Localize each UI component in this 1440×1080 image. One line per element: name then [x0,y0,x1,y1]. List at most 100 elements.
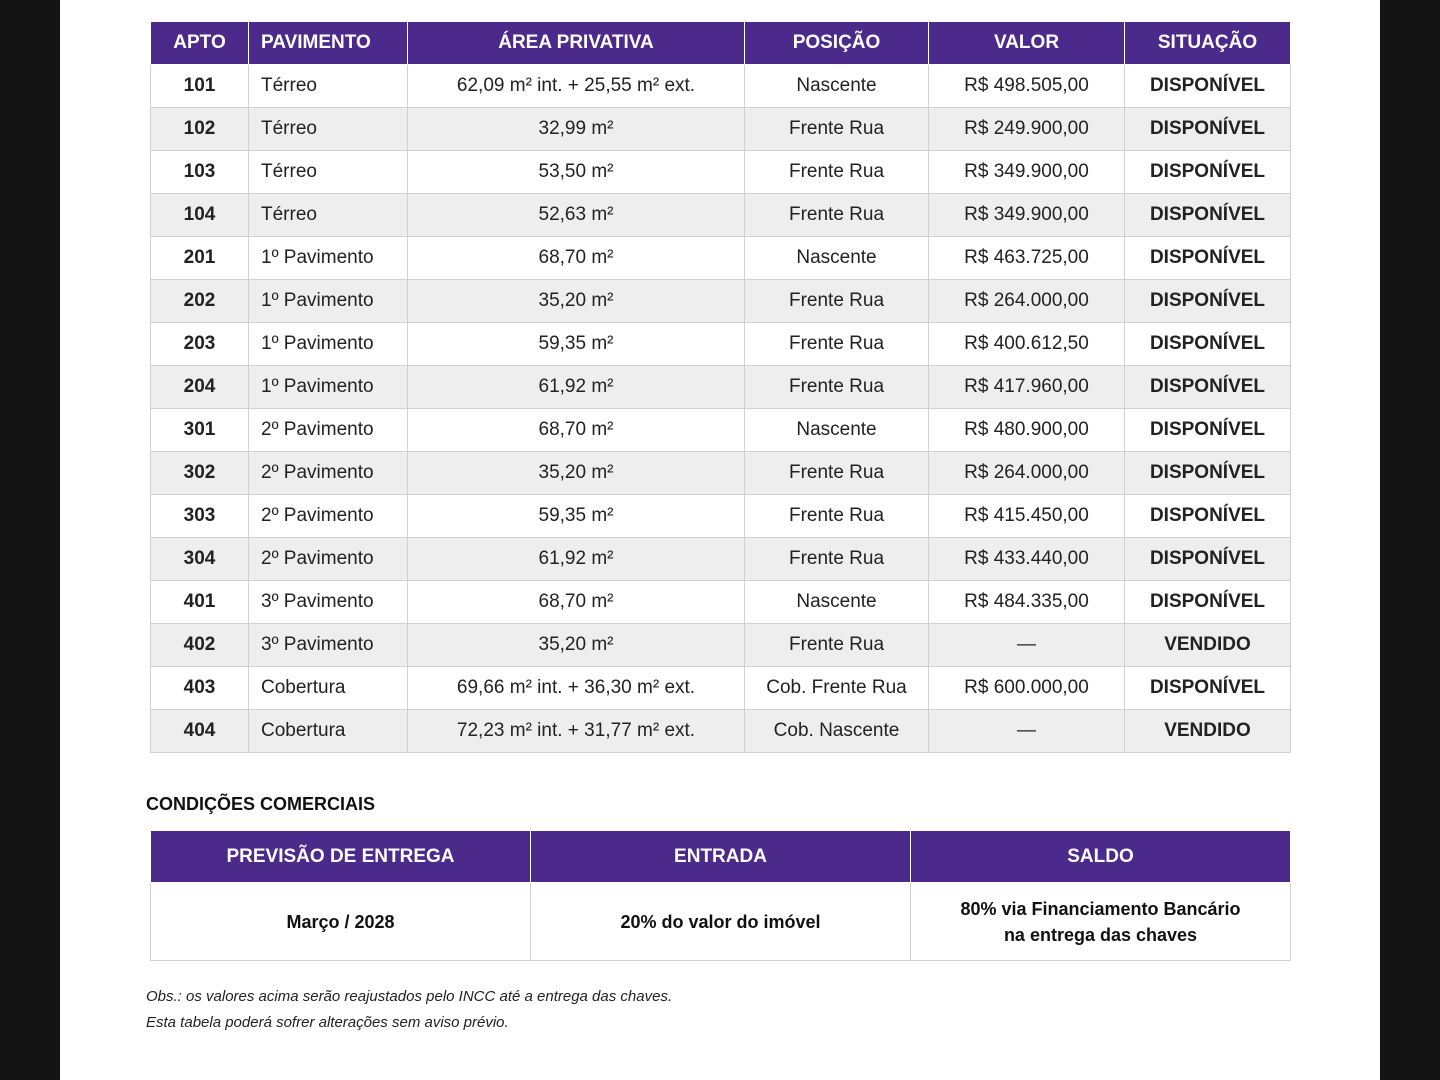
header-previsao-entrega: PREVISÃO DE ENTREGA [150,830,531,883]
cell-posicao: Cob. Frente Rua [744,666,929,710]
cell-pavimento: Térreo [248,150,408,194]
cell-posicao: Nascente [744,408,929,452]
saldo-line-1: 80% via Financiamento Bancário [960,898,1241,919]
cell-valor: R$ 264.000,00 [928,451,1125,495]
cell-posicao: Frente Rua [744,322,929,366]
cell-pavimento: 2º Pavimento [248,494,408,538]
cell-valor: R$ 264.000,00 [928,279,1125,323]
cell-valor: R$ 400.612,50 [928,322,1125,366]
cell-valor: R$ 349.900,00 [928,193,1125,237]
cell-apto: 302 [150,451,249,495]
table-row: 103 Térreo 53,50 m² Frente Rua R$ 349.900,00… [150,150,1291,194]
commercial-conditions-table: PREVISÃO DE ENTREGA ENTRADA SALDO Março … [150,830,1291,961]
status-badge: VENDIDO [1124,709,1291,753]
cell-valor: R$ 600.000,00 [928,666,1125,710]
cell-pavimento: 3º Pavimento [248,623,408,667]
cell-posicao: Nascente [744,64,929,108]
cell-posicao: Frente Rua [744,107,929,151]
cell-pavimento: Térreo [248,193,408,237]
document-page: APTO PAVIMENTO ÁREA PRIVATIVA POSIÇÃO VA… [60,0,1380,1080]
cell-pavimento: 1º Pavimento [248,365,408,409]
cell-valor: R$ 249.900,00 [928,107,1125,151]
table-header-row: APTO PAVIMENTO ÁREA PRIVATIVA POSIÇÃO VA… [150,21,1291,65]
cell-pavimento: Cobertura [248,666,408,710]
table-row: 302 2º Pavimento 35,20 m² Frente Rua R$ 264.… [150,451,1291,495]
cell-apto: 203 [150,322,249,366]
table-row: 202 1º Pavimento 35,20 m² Frente Rua R$ 264.… [150,279,1291,323]
cell-valor: R$ 463.725,00 [928,236,1125,280]
cell-area: 72,23 m² int. + 31,77 m² ext. [407,709,745,753]
status-badge: DISPONÍVEL [1124,236,1291,280]
header-valor: VALOR [928,21,1125,65]
status-badge: DISPONÍVEL [1124,666,1291,710]
table-row: 303 2º Pavimento 59,35 m² Frente Rua R$ 415.… [150,494,1291,538]
cell-pavimento: 1º Pavimento [248,322,408,366]
table-row: 102 Térreo 32,99 m² Frente Rua R$ 249.900,00… [150,107,1291,151]
status-badge: VENDIDO [1124,623,1291,667]
cell-area: 52,63 m² [407,193,745,237]
footnotes: Obs.: os valores acima serão reajustados… [146,984,672,1036]
table-row: 104 Térreo 52,63 m² Frente Rua R$ 349.900,00… [150,193,1291,237]
cell-valor: — [928,709,1125,753]
cell-area: 59,35 m² [407,322,745,366]
conditions-header-row: PREVISÃO DE ENTREGA ENTRADA SALDO [150,830,1291,883]
cell-apto: 304 [150,537,249,581]
cell-apto: 303 [150,494,249,538]
cell-apto: 404 [150,709,249,753]
cell-posicao: Frente Rua [744,623,929,667]
cell-apto: 402 [150,623,249,667]
table-row: 201 1º Pavimento 68,70 m² Nascente R$ 463.72… [150,236,1291,280]
cell-area: 68,70 m² [407,580,745,624]
cell-apto: 401 [150,580,249,624]
cell-posicao: Frente Rua [744,494,929,538]
cell-pavimento: Térreo [248,107,408,151]
status-badge: DISPONÍVEL [1124,193,1291,237]
cell-area: 53,50 m² [407,150,745,194]
status-badge: DISPONÍVEL [1124,150,1291,194]
table-row: 401 3º Pavimento 68,70 m² Nascente R$ 484.33… [150,580,1291,624]
cell-valor: R$ 417.960,00 [928,365,1125,409]
table-row: 203 1º Pavimento 59,35 m² Frente Rua R$ 400.… [150,322,1291,366]
table-row: 204 1º Pavimento 61,92 m² Frente Rua R$ 417.… [150,365,1291,409]
cell-area: 35,20 m² [407,623,745,667]
footnote-changes: Esta tabela poderá sofrer alterações sem… [146,1014,509,1031]
header-saldo: SALDO [910,830,1291,883]
header-posicao: POSIÇÃO [744,21,929,65]
cell-apto: 103 [150,150,249,194]
cell-area: 35,20 m² [407,451,745,495]
value-entrada: 20% do valor do imóvel [530,882,911,961]
cell-area: 62,09 m² int. + 25,55 m² ext. [407,64,745,108]
value-saldo: 80% via Financiamento Bancário na entreg… [910,882,1291,961]
cell-area: 59,35 m² [407,494,745,538]
status-badge: DISPONÍVEL [1124,279,1291,323]
status-badge: DISPONÍVEL [1124,537,1291,581]
table-row: 304 2º Pavimento 61,92 m² Frente Rua R$ 433.… [150,537,1291,581]
cell-apto: 301 [150,408,249,452]
footnote-incc: Obs.: os valores acima serão reajustados… [146,988,673,1005]
header-situacao: SITUAÇÃO [1124,21,1291,65]
value-previsao-entrega: Março / 2028 [150,882,531,961]
header-apto: APTO [150,21,249,65]
cell-pavimento: 2º Pavimento [248,408,408,452]
cell-pavimento: 2º Pavimento [248,451,408,495]
cell-pavimento: 2º Pavimento [248,537,408,581]
cell-apto: 101 [150,64,249,108]
cell-posicao: Nascente [744,236,929,280]
cell-valor: R$ 415.450,00 [928,494,1125,538]
cell-valor: R$ 349.900,00 [928,150,1125,194]
status-badge: DISPONÍVEL [1124,107,1291,151]
cell-apto: 403 [150,666,249,710]
cell-area: 61,92 m² [407,537,745,581]
status-badge: DISPONÍVEL [1124,494,1291,538]
cell-area: 68,70 m² [407,408,745,452]
section-title-commercial-conditions: CONDIÇÕES COMERCIAIS [146,794,376,814]
header-area-privativa: ÁREA PRIVATIVA [407,21,745,65]
cell-apto: 104 [150,193,249,237]
cell-apto: 102 [150,107,249,151]
table-row: 403 Cobertura 69,66 m² int. + 36,30 m² ext… [150,666,1291,710]
table-row: 404 Cobertura 72,23 m² int. + 31,77 m² ext… [150,709,1291,753]
cell-posicao: Frente Rua [744,537,929,581]
cell-pavimento: 1º Pavimento [248,279,408,323]
status-badge: DISPONÍVEL [1124,64,1291,108]
cell-area: 61,92 m² [407,365,745,409]
